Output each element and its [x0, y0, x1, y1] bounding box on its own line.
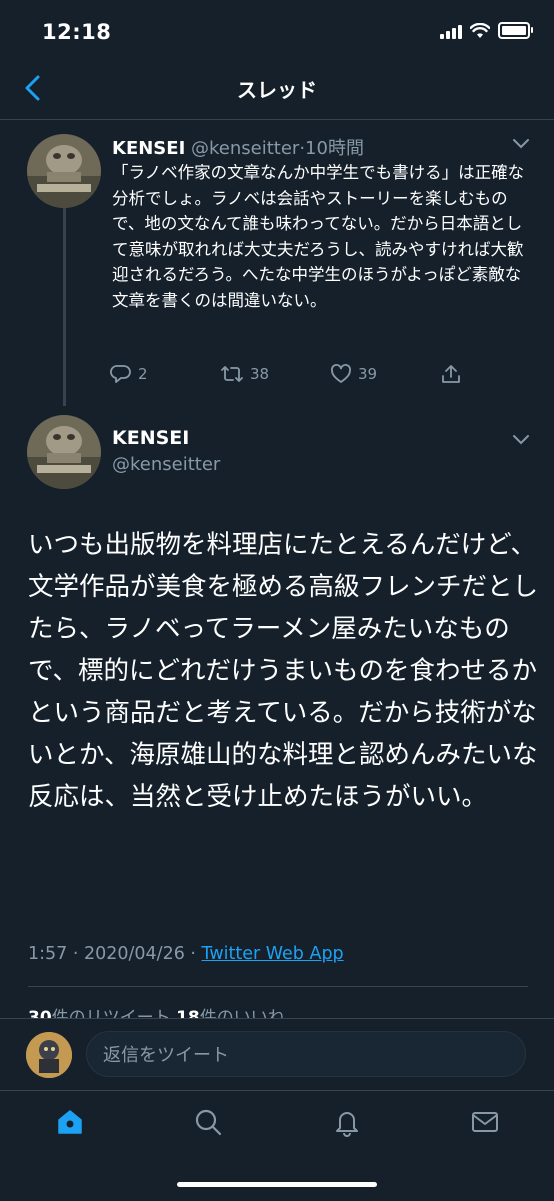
author-name[interactable]: KENSEI [112, 427, 189, 449]
tweet-actions: 2 38 39 [110, 363, 470, 387]
reply-action[interactable]: 2 [110, 363, 148, 385]
reply-input[interactable]: 返信をツイート [86, 1031, 526, 1077]
home-icon[interactable] [55, 1107, 85, 1137]
like-count: 39 [358, 365, 378, 383]
share-action[interactable] [440, 363, 462, 385]
retweet-count: 38 [250, 365, 270, 383]
tweet-meta: 1:57 · 2020/04/26 · Twitter Web App [28, 944, 344, 964]
page-title: スレッド [237, 78, 317, 102]
chevron-down-icon[interactable] [511, 137, 531, 151]
nav-divider [0, 119, 554, 120]
status-time: 12:18 [42, 20, 112, 44]
avatar[interactable] [27, 134, 101, 208]
share-icon [442, 365, 460, 383]
tweet-timestamp: 1:57 · 2020/04/26 · [28, 944, 202, 964]
tweet-text: 「ラノベ作家の文章なんか中学生でも書ける」は正確な分析でしょ。ラノベは会話やスト… [112, 163, 525, 310]
author-name[interactable]: KENSEI [112, 138, 185, 159]
retweet-icon [221, 366, 243, 382]
author-handle[interactable]: @kenseitter [191, 138, 299, 159]
heart-icon [331, 364, 351, 383]
thread-connector [63, 208, 66, 406]
author-handle[interactable]: @kenseitter [112, 454, 220, 475]
messages-icon[interactable] [470, 1107, 500, 1137]
tweet-header: KENSEI @kenseitter·10時間 [112, 134, 364, 160]
reply-icon [110, 365, 131, 383]
cellular-signal-icon [440, 23, 462, 39]
avatar[interactable] [27, 415, 101, 489]
reply-count: 2 [138, 365, 148, 383]
tweet-text: いつも出版物を料理店にたとえるんだけど、文学作品が美食を極める高級フレンチだとし… [28, 530, 539, 812]
tweet-source-link[interactable]: Twitter Web App [202, 944, 344, 964]
search-icon[interactable] [193, 1107, 223, 1137]
divider [28, 986, 528, 987]
user-avatar[interactable] [26, 1032, 72, 1078]
tweet-time[interactable]: 10時間 [305, 138, 364, 159]
retweet-action[interactable]: 38 [220, 363, 269, 385]
wifi-icon [470, 22, 490, 38]
home-indicator [177, 1182, 377, 1187]
chevron-down-icon[interactable] [511, 433, 531, 447]
notifications-icon[interactable] [332, 1107, 362, 1137]
like-action[interactable]: 39 [330, 363, 377, 385]
status-icons [440, 22, 533, 39]
reply-placeholder: 返信をツイート [103, 1045, 229, 1066]
battery-icon [498, 22, 533, 39]
